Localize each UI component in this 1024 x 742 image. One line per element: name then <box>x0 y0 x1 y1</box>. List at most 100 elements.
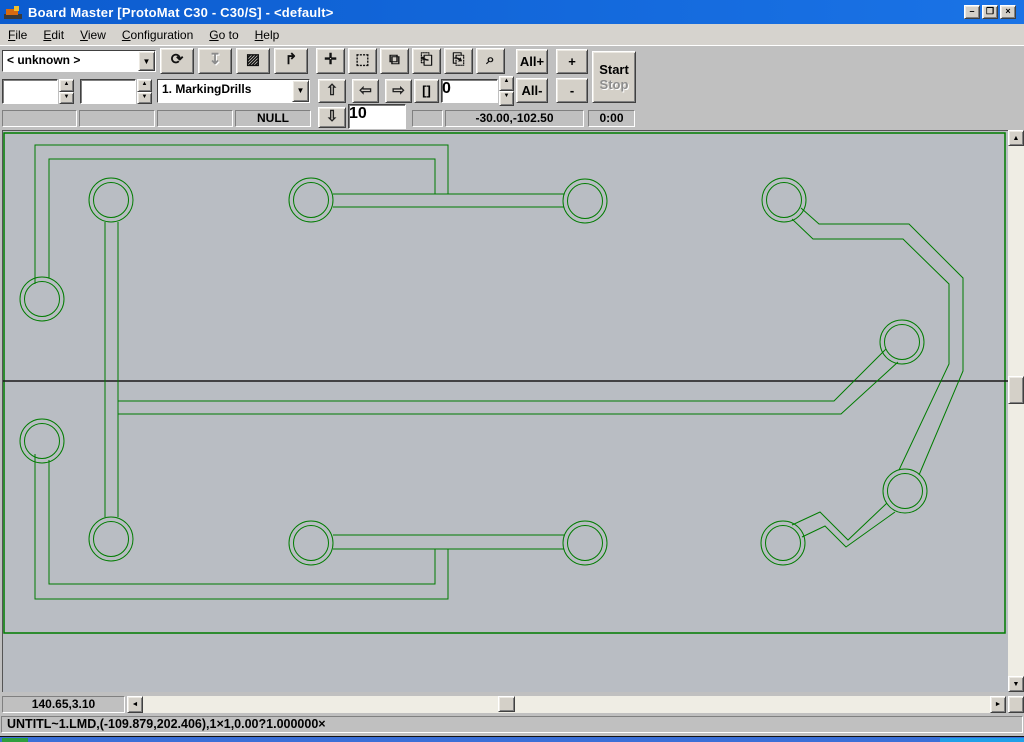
minus-button[interactable]: - <box>556 78 588 103</box>
head-select[interactable]: < unknown > ▼ <box>2 50 156 72</box>
restore-button[interactable]: ❐ <box>982 5 998 19</box>
pad-2-inner <box>294 183 329 218</box>
trace-outline-2 <box>49 159 435 278</box>
bracket-button[interactable]: [] <box>414 79 439 103</box>
pad-3-inner <box>568 184 603 219</box>
move-up-button[interactable]: ⇧ <box>318 79 346 103</box>
pad-4-inner <box>767 183 802 218</box>
head-position-cell: -30.00,-102.50 <box>445 110 584 127</box>
trace-outline-12 <box>802 512 895 547</box>
spin-up-icon[interactable]: ▲ <box>59 79 74 92</box>
plus-button[interactable]: + <box>556 49 588 74</box>
statusbar-text: UNTITL~1.LMD,(-109.879,202.406),1×1,0.00… <box>1 716 1023 733</box>
stop-label: Stop <box>593 77 635 92</box>
pad-3-outer <box>563 179 607 223</box>
spin-down-icon[interactable]: ▼ <box>137 92 152 105</box>
move-right-button[interactable]: ⇨ <box>385 79 412 103</box>
previous-view-icon[interactable]: ⎗ <box>412 48 441 74</box>
pad-1-outer <box>89 178 133 222</box>
head-select-value: < unknown > <box>3 51 138 71</box>
pad-11-inner <box>766 526 801 561</box>
horizontal-scrollbar[interactable] <box>143 696 990 713</box>
scroll-right-icon[interactable]: ► <box>990 696 1006 713</box>
recalculate-icon[interactable]: ⟳ <box>160 48 194 74</box>
next-view-icon[interactable]: ⎘ <box>444 48 473 74</box>
zoom-lens-icon[interactable]: ⌕ <box>476 48 505 74</box>
download-data-icon: ↧ <box>198 48 232 74</box>
menu-item-edit[interactable]: Edit <box>35 26 72 44</box>
production-phase-select[interactable]: 1. MarkingDrills ▼ <box>157 79 310 103</box>
tool-exchange-icon[interactable]: ↱ <box>274 48 308 74</box>
pcb-workspace[interactable] <box>2 130 1008 692</box>
cursor-position-cell: 140.65,3.10 <box>2 696 125 713</box>
spin-down-icon[interactable]: ▼ <box>59 92 74 105</box>
pad-8-inner <box>94 522 129 557</box>
minimize-button[interactable]: – <box>964 5 980 19</box>
menu-item-help[interactable]: Help <box>247 26 288 44</box>
trace-outline-7 <box>118 349 886 401</box>
all-minus-button[interactable]: All- <box>516 78 548 103</box>
spin-up-icon[interactable]: ▲ <box>137 79 152 92</box>
start-stop-button[interactable]: Start Stop <box>592 51 636 103</box>
count-field[interactable]: 0 <box>441 79 498 103</box>
start-button-edge[interactable] <box>2 738 28 742</box>
pad-12-outer <box>883 469 927 513</box>
vertical-scroll-thumb[interactable] <box>1008 376 1024 404</box>
menu-item-file[interactable]: File <box>0 26 35 44</box>
pad-7-inner <box>25 424 60 459</box>
close-button[interactable]: × <box>1000 5 1016 19</box>
pad-2-outer <box>289 178 333 222</box>
milling-area-icon[interactable]: ▨ <box>236 48 270 74</box>
window-title: Board Master [ProtoMat C30 - C30/S] - <d… <box>28 5 334 20</box>
pad-1-inner <box>94 183 129 218</box>
menu-item-go-to[interactable]: Go to <box>201 26 246 44</box>
toolbar: < unknown > ▼ All+ + Start Stop ▲ ▼ ▲ ▼ … <box>0 46 1024 130</box>
spin-down-icon[interactable]: ▼ <box>499 91 514 106</box>
zoom-window-icon[interactable]: ⧉ <box>380 48 409 74</box>
trace-outline-13 <box>35 454 564 599</box>
pad-11-outer <box>761 521 805 565</box>
pan-view-icon[interactable]: ✛ <box>316 48 345 74</box>
vertical-scrollbar[interactable]: ▲ ▼ <box>1008 130 1024 692</box>
select-area-icon[interactable]: ⬚ <box>348 48 377 74</box>
scroll-up-icon[interactable]: ▲ <box>1008 130 1024 146</box>
status-cell-2 <box>79 110 155 127</box>
y-spinner[interactable]: ▲ ▼ <box>137 79 152 104</box>
chevron-down-icon[interactable]: ▼ <box>292 80 309 102</box>
pcb-drawing <box>3 131 1008 692</box>
menu-bar: FileEditViewConfigurationGo toHelp <box>0 24 1024 46</box>
pad-10-inner <box>568 526 603 561</box>
spin-up-icon[interactable]: ▲ <box>499 76 514 91</box>
status-cell-1 <box>2 110 77 127</box>
trace-outline-8 <box>118 362 898 414</box>
pad-7-outer <box>20 419 64 463</box>
pad-5-inner <box>25 282 60 317</box>
step-field[interactable]: 10 <box>348 104 406 129</box>
title-bar: Board Master [ProtoMat C30 - C30/S] - <d… <box>0 0 1024 24</box>
trace-outline-9 <box>801 208 963 475</box>
pad-9-inner <box>294 526 329 561</box>
move-down-button[interactable]: ⇩ <box>318 107 346 128</box>
trace-outline-10 <box>792 219 949 470</box>
pad-10-outer <box>563 521 607 565</box>
menu-item-configuration[interactable]: Configuration <box>114 26 201 44</box>
horizontal-scroll-thumb[interactable] <box>498 696 515 712</box>
y-coordinate-field[interactable] <box>80 79 136 104</box>
tray-edge <box>940 738 1024 742</box>
x-spinner[interactable]: ▲ ▼ <box>59 79 74 104</box>
pad-6-outer <box>880 320 924 364</box>
time-cell: 0:00 <box>588 110 635 127</box>
chevron-down-icon[interactable]: ▼ <box>138 51 155 71</box>
menu-item-view[interactable]: View <box>72 26 114 44</box>
count-spinner[interactable]: ▲ ▼ <box>499 76 514 106</box>
scroll-down-icon[interactable]: ▼ <box>1008 676 1024 692</box>
production-phase-value: 1. MarkingDrills <box>158 80 292 102</box>
move-left-button[interactable]: ⇦ <box>352 79 379 103</box>
scroll-left-icon[interactable]: ◄ <box>127 696 143 713</box>
status-cell-3 <box>157 110 233 127</box>
x-coordinate-field[interactable] <box>2 79 58 104</box>
pad-9-outer <box>289 521 333 565</box>
all-plus-button[interactable]: All+ <box>516 49 548 74</box>
phase-status-cell: NULL <box>235 110 311 127</box>
trace-outline-1 <box>35 145 564 284</box>
